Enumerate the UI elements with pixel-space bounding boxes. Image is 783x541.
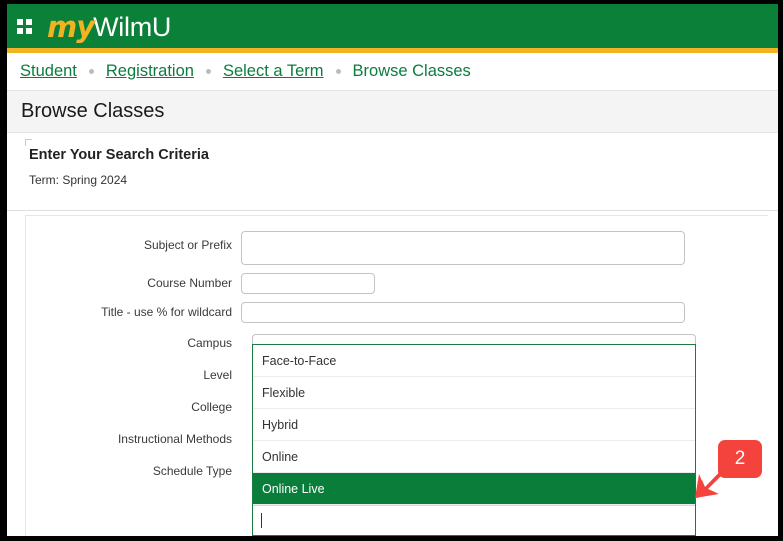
dot-separator-icon — [206, 69, 211, 74]
search-criteria-panel: Enter Your Search Criteria Term: Spring … — [7, 133, 778, 211]
label-subject-or-prefix: Subject or Prefix — [7, 225, 241, 265]
course-number-input[interactable] — [241, 273, 375, 294]
form-row-title: Title - use % for wildcard — [7, 298, 778, 327]
label-college: College — [7, 391, 241, 423]
breadcrumb-item-browse-classes: Browse Classes — [353, 62, 471, 81]
instructional-methods-dropdown: Face-to-Face Flexible Hybrid Online Onli… — [252, 344, 696, 536]
dropdown-option-face-to-face[interactable]: Face-to-Face — [253, 345, 695, 377]
page-title: Browse Classes — [21, 100, 164, 123]
label-course-number: Course Number — [7, 269, 241, 298]
dot-separator-icon — [89, 69, 94, 74]
form-row-subject: Subject or Prefix — [7, 225, 778, 269]
label-schedule-type: Schedule Type — [7, 455, 241, 487]
screenshot-frame: myWilmU Student Registration Select a Te… — [0, 0, 783, 541]
title-wildcard-input[interactable] — [241, 302, 685, 323]
logo-wilmu-text: WilmU — [93, 14, 171, 41]
dropdown-option-hybrid[interactable]: Hybrid — [253, 409, 695, 441]
field-subject-or-prefix — [241, 225, 685, 265]
criteria-term-label: Term: Spring 2024 — [7, 173, 778, 187]
label-title-wildcard: Title - use % for wildcard — [7, 298, 241, 327]
page-title-bar: Browse Classes — [7, 91, 778, 133]
panel-corner-mark — [25, 139, 32, 146]
breadcrumb-item-select-a-term[interactable]: Select a Term — [223, 62, 324, 81]
app-header: myWilmU — [7, 4, 778, 48]
dropdown-option-online[interactable]: Online — [253, 441, 695, 473]
dropdown-option-online-live[interactable]: Online Live — [253, 473, 695, 505]
form-row-course-number: Course Number — [7, 269, 778, 298]
text-caret-icon — [261, 513, 262, 528]
dot-separator-icon — [336, 69, 341, 74]
breadcrumb-item-registration[interactable]: Registration — [106, 62, 194, 81]
criteria-heading: Enter Your Search Criteria — [7, 147, 778, 163]
dropdown-search-input[interactable] — [253, 505, 695, 535]
label-level: Level — [7, 359, 241, 391]
field-course-number — [241, 269, 375, 294]
subject-or-prefix-input[interactable] — [241, 231, 685, 265]
browser-viewport: myWilmU Student Registration Select a Te… — [7, 4, 778, 536]
grid-menu-icon[interactable] — [17, 19, 33, 35]
mywilmu-logo[interactable]: myWilmU — [47, 12, 171, 41]
dropdown-option-flexible[interactable]: Flexible — [253, 377, 695, 409]
breadcrumb: Student Registration Select a Term Brows… — [7, 53, 778, 91]
label-instructional-methods: Instructional Methods — [7, 423, 241, 455]
label-campus: Campus — [7, 327, 241, 359]
logo-my-text: my — [47, 13, 94, 42]
breadcrumb-item-student[interactable]: Student — [20, 62, 77, 81]
field-title-wildcard — [241, 298, 685, 323]
